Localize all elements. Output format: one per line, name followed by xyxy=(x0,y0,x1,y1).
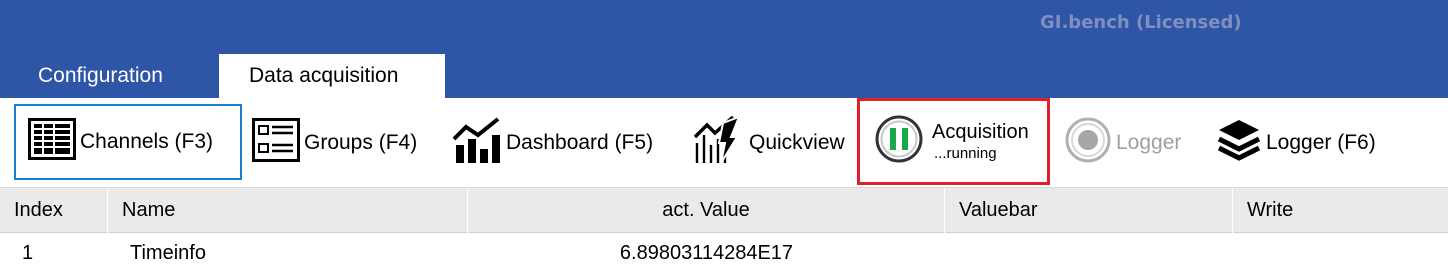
groups-icon xyxy=(252,118,300,168)
groups-button[interactable]: Groups (F4) xyxy=(252,118,417,168)
logger-button[interactable]: Logger (F6) xyxy=(1216,118,1376,168)
acquisition-status: ...running xyxy=(934,144,997,162)
table-header: Index Name act. Value Valuebar Write xyxy=(0,187,1448,233)
layers-icon xyxy=(1216,117,1262,169)
pause-icon xyxy=(874,114,924,170)
column-header-name[interactable]: Name xyxy=(108,188,468,233)
channels-table: Index Name act. Value Valuebar Write 1 T… xyxy=(0,187,1448,279)
column-header-write[interactable]: Write xyxy=(1233,188,1448,233)
logger-record-label: Logger xyxy=(1116,131,1182,154)
cell-name: Timeinfo xyxy=(130,242,206,264)
table-row[interactable]: 1 Timeinfo 6.89803114284E17 xyxy=(0,233,1448,279)
acquisition-button[interactable]: Acquisition ...running xyxy=(857,98,1050,185)
acquisition-label: Acquisition xyxy=(932,120,1029,143)
quickview-icon xyxy=(693,115,745,171)
title-bar: GI.bench (Licensed) Configuration Data a… xyxy=(0,0,1448,98)
toolbar: Channels (F3) Groups (F4) Dashboard (F5)… xyxy=(0,98,1448,188)
column-header-index[interactable]: Index xyxy=(0,188,108,233)
quickview-label: Quickview xyxy=(749,131,845,154)
column-header-valuebar[interactable]: Valuebar xyxy=(945,188,1233,233)
dashboard-label: Dashboard (F5) xyxy=(506,131,654,154)
cell-act-value: 6.89803114284E17 xyxy=(619,242,794,264)
cell-index: 1 xyxy=(22,242,34,264)
dashboard-chart-icon xyxy=(452,115,502,171)
logger-record-button[interactable]: Logger xyxy=(1064,116,1182,170)
tab-configuration[interactable]: Configuration xyxy=(20,54,181,98)
channels-button[interactable]: Channels (F3) xyxy=(14,104,242,180)
logger-label: Logger (F6) xyxy=(1266,131,1376,154)
channels-table-icon xyxy=(28,118,76,166)
dashboard-button[interactable]: Dashboard (F5) xyxy=(452,115,654,171)
tab-data-acquisition[interactable]: Data acquisition xyxy=(219,54,445,98)
column-header-act-value[interactable]: act. Value xyxy=(468,188,945,233)
groups-label: Groups (F4) xyxy=(304,131,418,154)
quickview-button[interactable]: Quickview xyxy=(693,115,845,171)
channels-label: Channels (F3) xyxy=(80,130,214,153)
record-icon xyxy=(1064,116,1112,170)
acquisition-text: Acquisition ...running xyxy=(932,120,1029,164)
app-title: GI.bench (Licensed) xyxy=(1040,12,1242,33)
